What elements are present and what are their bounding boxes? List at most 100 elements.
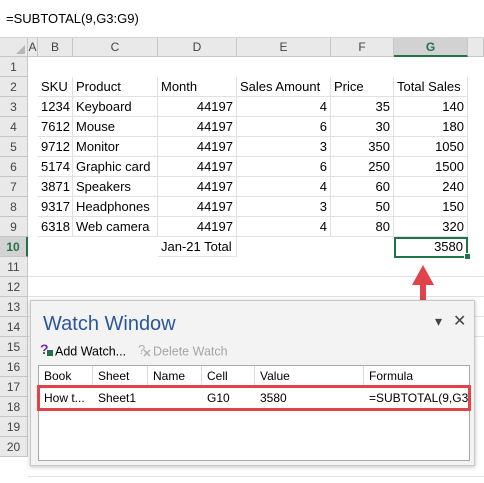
cell-month[interactable]: 44197 xyxy=(158,117,237,137)
cell-total[interactable]: 320 xyxy=(394,217,468,237)
delete-watch-label: Delete Watch xyxy=(153,344,228,359)
column-header-b[interactable]: B xyxy=(38,38,73,57)
cell-sales-amount[interactable]: 6 xyxy=(237,157,331,177)
cell-price[interactable]: 60 xyxy=(331,177,394,197)
column-header-d[interactable]: D xyxy=(158,38,237,57)
cell-sku[interactable]: 7612 xyxy=(38,117,73,137)
add-watch-button[interactable]: ? Add Watch... xyxy=(39,341,126,361)
row-header-3[interactable]: 3 xyxy=(0,97,28,117)
cell-sku[interactable]: 9317 xyxy=(38,197,73,217)
cell-product[interactable]: Monitor xyxy=(73,137,158,157)
cell-sales-amount[interactable]: 3 xyxy=(237,137,331,157)
row-header-6[interactable]: 6 xyxy=(0,157,28,177)
add-watch-label: Add Watch... xyxy=(55,344,127,359)
row-header-20[interactable]: 20 xyxy=(0,437,28,457)
header-month[interactable]: Month xyxy=(158,77,237,97)
cell-sales-amount[interactable]: 4 xyxy=(237,217,331,237)
cell-product[interactable]: Web camera xyxy=(73,217,158,237)
column-header-f[interactable]: F xyxy=(331,38,394,57)
cell-sales-amount[interactable]: 6 xyxy=(237,117,331,137)
delete-watch-icon: ? xyxy=(137,341,153,363)
cell-sales-amount[interactable]: 4 xyxy=(237,177,331,197)
header-total-sales[interactable]: Total Sales xyxy=(394,77,468,97)
row-header-9[interactable]: 9 xyxy=(0,217,28,237)
row-header-2[interactable]: 2 xyxy=(0,77,28,97)
cell-total[interactable]: 240 xyxy=(394,177,468,197)
cell-product[interactable]: Graphic card xyxy=(73,157,158,177)
cell-total[interactable]: 140 xyxy=(394,97,468,117)
cell-price[interactable]: 80 xyxy=(331,217,394,237)
row-header-19[interactable]: 19 xyxy=(0,417,28,437)
cell-total[interactable]: 1050 xyxy=(394,137,468,157)
watch-col-sheet[interactable]: Sheet xyxy=(93,366,148,387)
svg-text:?: ? xyxy=(138,342,145,357)
column-header-a[interactable]: A xyxy=(28,38,38,57)
dropdown-icon[interactable]: ▾ xyxy=(435,313,442,330)
cell-product[interactable]: Speakers xyxy=(73,177,158,197)
cell-sku[interactable]: 1234 xyxy=(38,97,73,117)
watch-window: Watch Window ▾ ✕ ? Add Watch... ? Delete… xyxy=(30,300,475,466)
row-header-5[interactable]: 5 xyxy=(0,137,28,157)
row-header-1[interactable]: 1 xyxy=(0,57,28,77)
cell-product[interactable]: Mouse xyxy=(73,117,158,137)
cell-sales-amount[interactable]: 3 xyxy=(237,197,331,217)
column-header-c[interactable]: C xyxy=(73,38,158,57)
row-header-13[interactable]: 13 xyxy=(0,297,28,317)
watch-col-name[interactable]: Name xyxy=(148,366,202,387)
watch-list: Book Sheet Name Cell Value Formula How t… xyxy=(38,365,470,461)
watch-window-title: Watch Window xyxy=(43,313,176,335)
cell-price[interactable]: 35 xyxy=(331,97,394,117)
cell-total[interactable]: 180 xyxy=(394,117,468,137)
column-header-h[interactable] xyxy=(468,38,484,57)
watch-col-formula[interactable]: Formula xyxy=(364,366,469,387)
column-header-e[interactable]: E xyxy=(237,38,331,57)
cell-month[interactable]: 44197 xyxy=(158,157,237,177)
cell-month[interactable]: 44197 xyxy=(158,217,237,237)
header-sku[interactable]: SKU xyxy=(38,77,73,97)
cell-total[interactable]: 150 xyxy=(394,197,468,217)
row-header-4[interactable]: 4 xyxy=(0,117,28,137)
row-header-7[interactable]: 7 xyxy=(0,177,28,197)
cell-product[interactable]: Headphones xyxy=(73,197,158,217)
row-header-15[interactable]: 15 xyxy=(0,337,28,357)
cell-price[interactable]: 50 xyxy=(331,197,394,217)
cell-month[interactable]: 44197 xyxy=(158,177,237,197)
header-sales-amount[interactable]: Sales Amount xyxy=(237,77,331,97)
formula-text[interactable]: =SUBTOTAL(9,G3:G9) xyxy=(6,11,139,26)
row-header-14[interactable]: 14 xyxy=(0,317,28,337)
cell-sku[interactable]: 6318 xyxy=(38,217,73,237)
cell-price[interactable]: 250 xyxy=(331,157,394,177)
select-all-corner[interactable] xyxy=(0,38,28,57)
cell-month[interactable]: 44197 xyxy=(158,137,237,157)
row-header-16[interactable]: 16 xyxy=(0,357,28,377)
cell-price[interactable]: 30 xyxy=(331,117,394,137)
delete-watch-button[interactable]: ? Delete Watch xyxy=(137,341,228,361)
cell-sku[interactable]: 3871 xyxy=(38,177,73,197)
column-header-g[interactable]: G xyxy=(394,38,468,57)
cell-month[interactable]: 44197 xyxy=(158,197,237,217)
row-header-8[interactable]: 8 xyxy=(0,197,28,217)
cell-total[interactable]: 1500 xyxy=(394,157,468,177)
row-header-12[interactable]: 12 xyxy=(0,277,28,297)
row-header-10[interactable]: 10 xyxy=(0,237,28,257)
close-icon[interactable]: ✕ xyxy=(453,311,466,331)
row-header-18[interactable]: 18 xyxy=(0,397,28,417)
cell-sku[interactable]: 9712 xyxy=(38,137,73,157)
total-label[interactable]: Jan-21 Total xyxy=(158,237,237,257)
highlight-box xyxy=(37,385,471,411)
cell-sales-amount[interactable]: 4 xyxy=(237,97,331,117)
watch-col-cell[interactable]: Cell xyxy=(202,366,255,387)
cell-product[interactable]: Keyboard xyxy=(73,97,158,117)
header-price[interactable]: Price xyxy=(331,77,394,97)
cell-month[interactable]: 44197 xyxy=(158,97,237,117)
formula-bar[interactable]: =SUBTOTAL(9,G3:G9) xyxy=(0,0,484,38)
watch-col-book[interactable]: Book xyxy=(39,366,93,387)
active-cell-g10[interactable]: 3580 xyxy=(394,237,468,258)
watch-col-value[interactable]: Value xyxy=(255,366,364,387)
cell-sku[interactable]: 5174 xyxy=(38,157,73,177)
cell-price[interactable]: 350 xyxy=(331,137,394,157)
add-watch-icon: ? xyxy=(39,341,55,363)
header-product[interactable]: Product xyxy=(73,77,158,97)
row-header-17[interactable]: 17 xyxy=(0,377,28,397)
row-header-11[interactable]: 11 xyxy=(0,257,28,277)
